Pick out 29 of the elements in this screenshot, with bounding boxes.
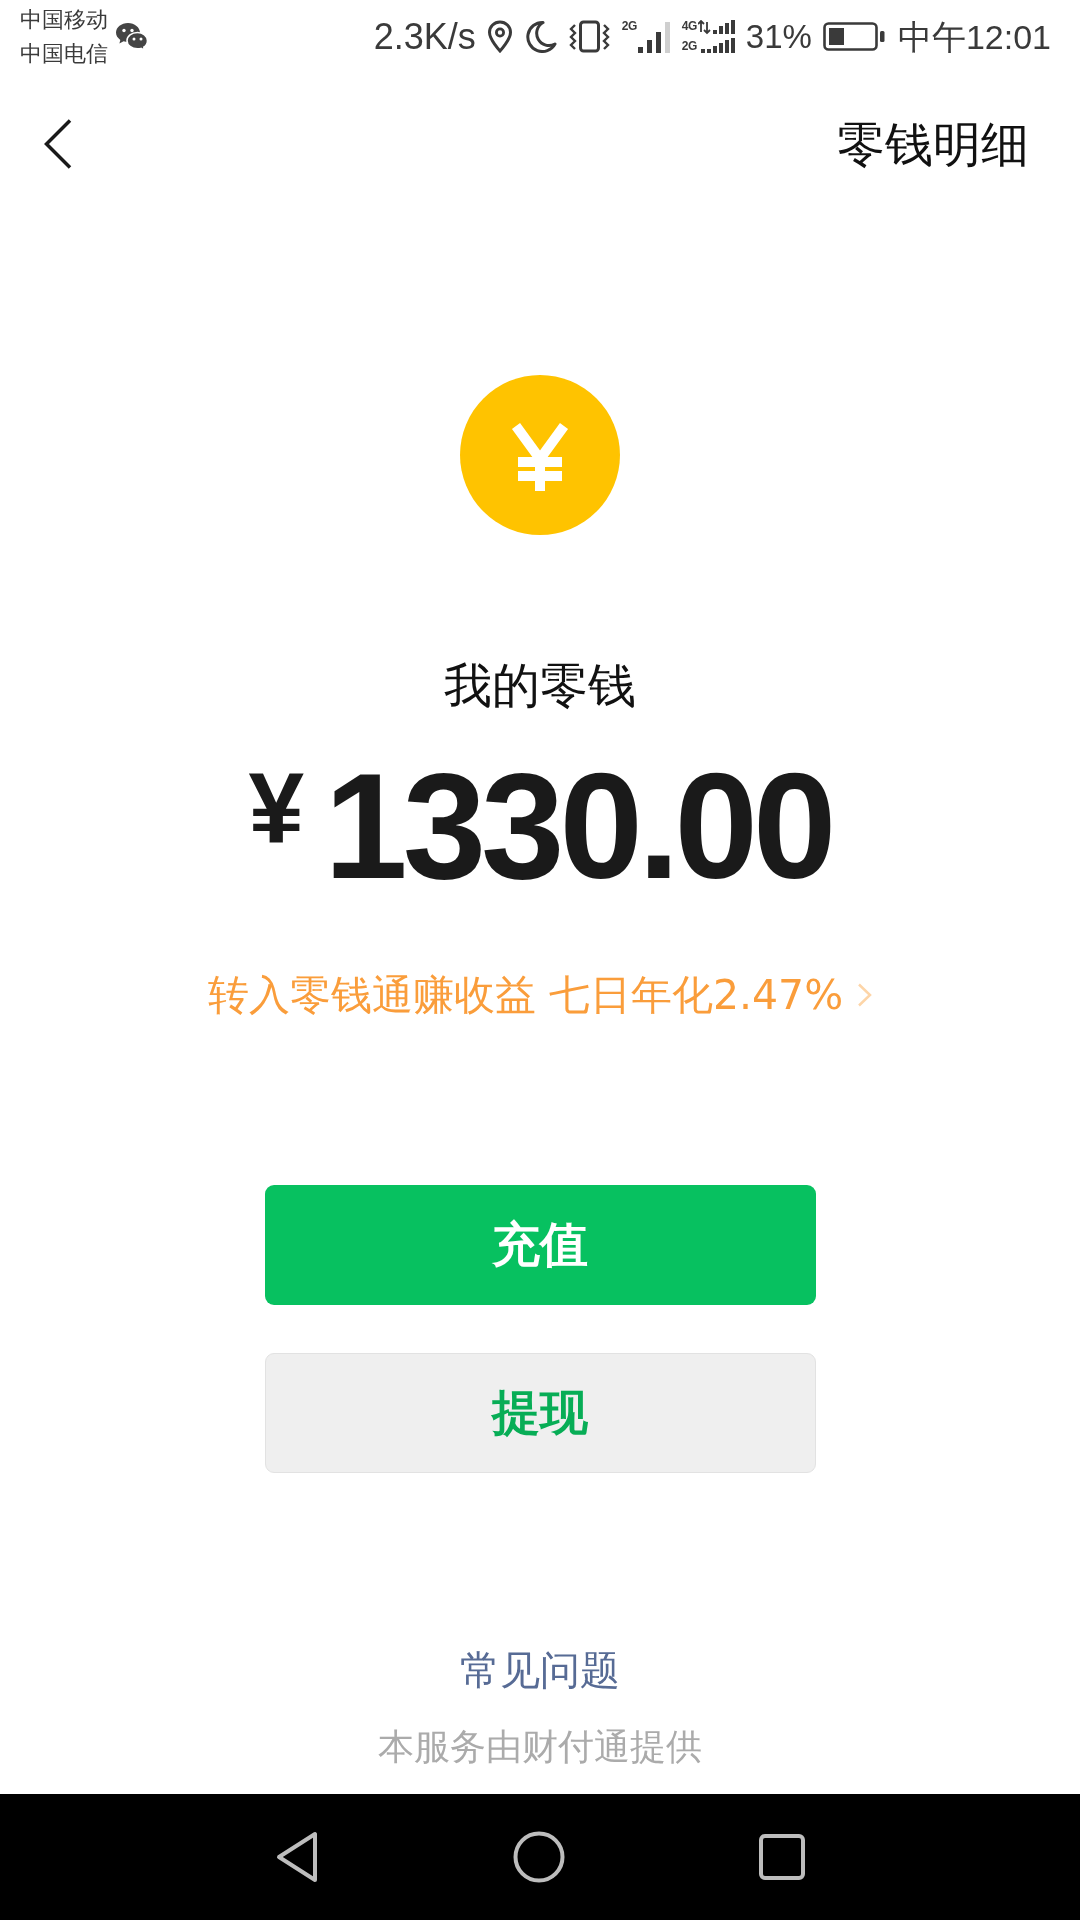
- battery-percent-text: 31%: [745, 16, 812, 57]
- network-speed-text: 2.3K/s: [373, 16, 476, 57]
- page-title: 零钱明细: [837, 115, 1029, 174]
- clock-time: 中午12:01: [897, 16, 1051, 57]
- yuan-coin-icon: [460, 375, 620, 535]
- currency-symbol: ¥: [248, 758, 305, 858]
- vibrate-icon: [567, 20, 611, 53]
- back-icon[interactable]: [44, 119, 72, 169]
- signal-bars-icon: [637, 20, 671, 53]
- location-pin-icon: [486, 20, 513, 53]
- primary-button[interactable]: 充值: [264, 1185, 816, 1305]
- chat-bubbles-icon: [115, 22, 149, 51]
- provider-note: 本服务由财付通提供: [378, 1725, 702, 1769]
- carrier-label: 中国移动: [20, 5, 108, 34]
- back-icon[interactable]: [275, 1831, 319, 1883]
- faq-link[interactable]: 常见问题: [460, 1642, 620, 1698]
- moon-icon: [523, 20, 557, 53]
- network-type-label: 4G: [681, 20, 697, 33]
- balance-label: 我的零钱: [444, 656, 636, 715]
- home-icon[interactable]: [513, 1831, 565, 1883]
- carrier-label: 中国电信: [20, 39, 108, 68]
- balance-amount: 1330.00: [324, 751, 832, 901]
- secondary-button[interactable]: 提现: [264, 1353, 816, 1473]
- recents-icon[interactable]: [759, 1834, 805, 1880]
- network-type-label: 2G: [681, 40, 697, 53]
- dual-signal-bars-icon: [697, 20, 735, 53]
- promo-link[interactable]: 转入零钱通赚收益 七日年化2.47%: [207, 970, 844, 1020]
- battery-icon: [822, 22, 885, 51]
- network-type-label: 2G: [621, 20, 637, 33]
